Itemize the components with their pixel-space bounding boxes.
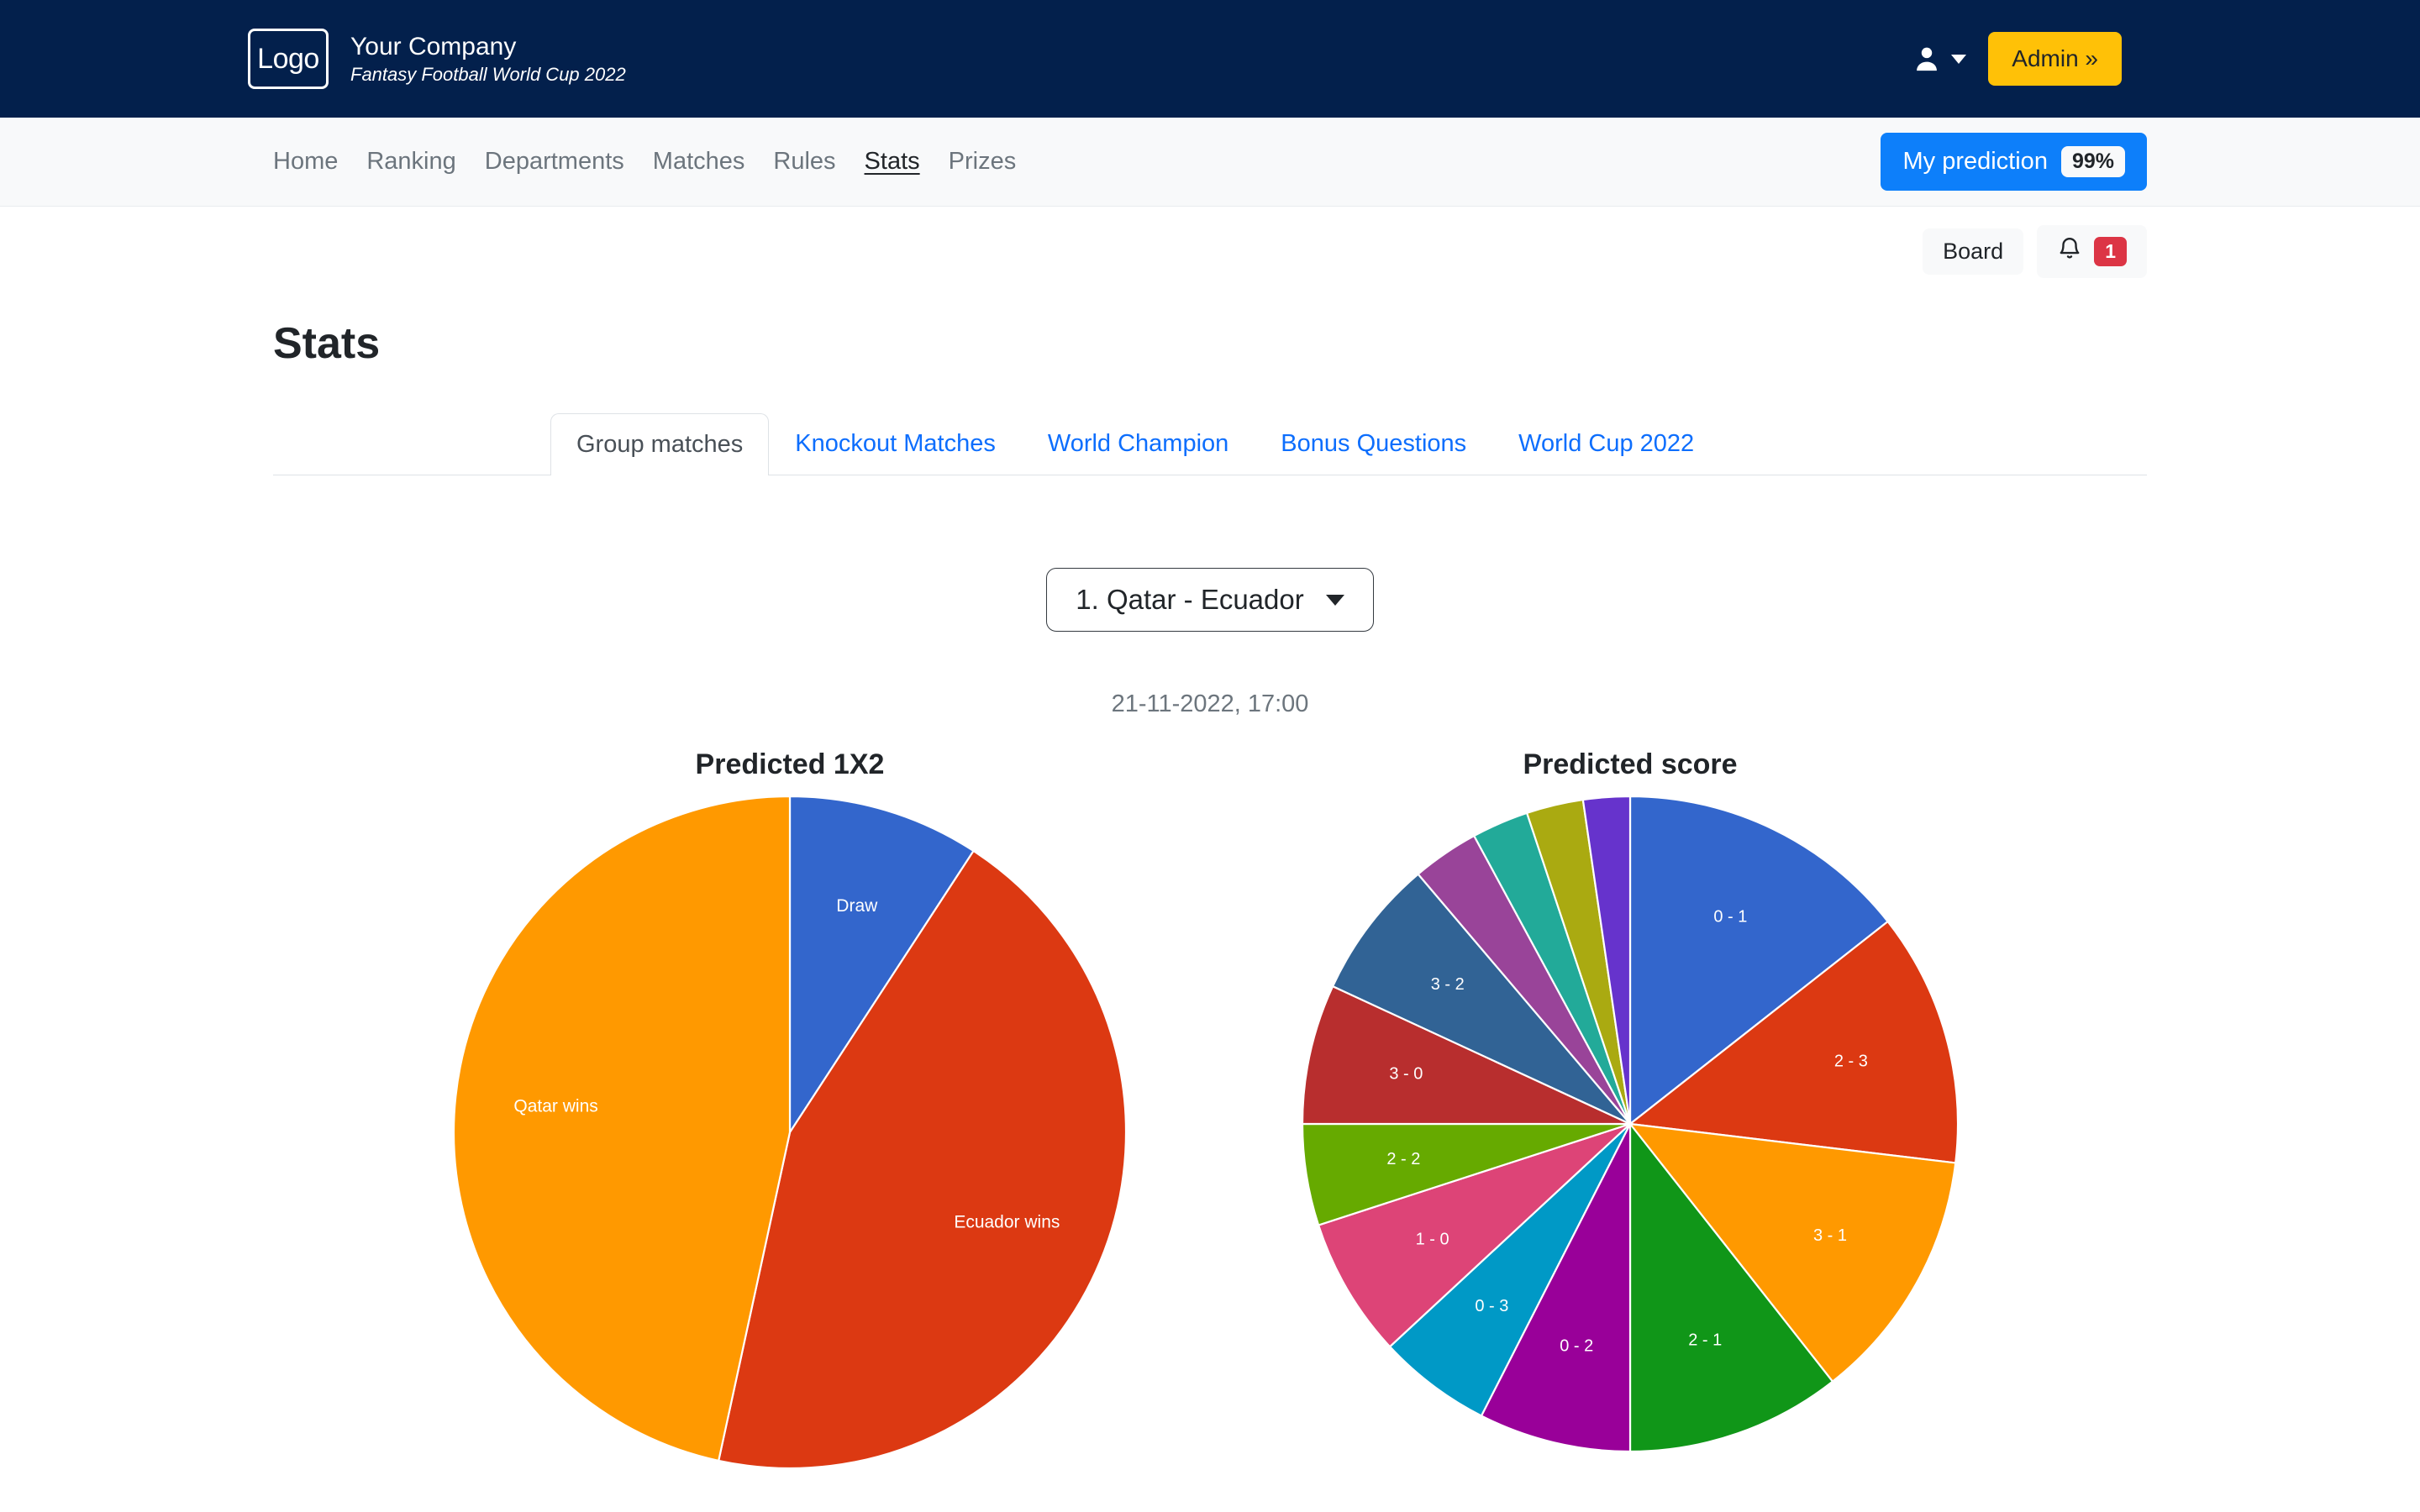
charts-row: Predicted 1X2 Draw Ecuador wins Qatar wins… [273,748,2147,1475]
pie-slice-label: 3 - 1 [1813,1226,1847,1245]
nav-item-rules[interactable]: Rules [773,148,835,176]
chart-title: Predicted score [1523,748,1738,780]
utility-bar: Board 1 [273,207,2147,278]
pie-svg: Draw Ecuador wins Qatar wins [452,795,1128,1470]
nav-item-prizes[interactable]: Prizes [949,148,1017,176]
brand-header: Logo Your Company Fantasy Football World… [0,0,2420,118]
tab-world-cup-2022[interactable]: World Cup 2022 [1492,412,1720,475]
admin-button[interactable]: Admin » [1988,32,2122,86]
tab-group-matches[interactable]: Group matches [550,413,770,475]
pie-slice[interactable] [452,795,792,1462]
my-prediction-label: My prediction [1902,148,2048,175]
pie-slice-label: Qatar wins [513,1097,597,1116]
nav-item-ranking[interactable]: Ranking [366,148,455,176]
company-tagline: Fantasy Football World Cup 2022 [350,63,626,85]
company-name: Your Company [350,33,517,61]
pie-slice-label: 3 - 2 [1431,975,1465,994]
pie-svg: 0 - 1 2 - 3 3 - 1 2 - 1 0 - 2 0 - 3 1 - 0 2 - 2… [1301,795,1960,1453]
pie-slice-label: 0 - 1 [1713,908,1747,927]
my-prediction-button[interactable]: My prediction 99% [1881,133,2147,191]
page-title: Stats [273,319,381,368]
pie-slice-label: Draw [836,896,878,916]
main-navigation: Home Ranking Departments Matches Rules S… [0,118,2420,207]
chart-predicted-score: Predicted score 0 - 12 - 33 - 12 - 10 - … [1277,748,1983,1475]
chevron-down-icon [1325,594,1344,606]
nav-links: Home Ranking Departments Matches Rules S… [273,148,1016,176]
pie-slice-label: 0 - 3 [1475,1297,1508,1315]
tab-world-champion[interactable]: World Champion [1022,412,1255,475]
page-content: Stats Group matches Knockout Matches Wor… [273,318,2147,1475]
match-selector-wrap: 1. Qatar - Ecuador [273,568,2147,632]
chart-predicted-1x2: Predicted 1X2 Draw Ecuador wins Qatar wins [437,748,1143,1475]
tab-bonus-questions[interactable]: Bonus Questions [1255,412,1492,475]
logo[interactable]: Logo [248,29,329,89]
chevron-down-icon [1951,54,1967,64]
notification-count: 1 [2094,237,2127,266]
nav-item-matches[interactable]: Matches [653,148,745,176]
pie-slice-label: 2 - 2 [1386,1150,1420,1168]
notifications-button[interactable]: 1 [2037,225,2147,278]
pie-slice-label: 1 - 0 [1416,1231,1449,1249]
my-prediction-percent: 99% [2060,146,2125,177]
chart-title: Predicted 1X2 [695,748,885,780]
match-select-value: 1. Qatar - Ecuador [1076,584,1304,615]
pie-slice-label: 0 - 2 [1560,1337,1593,1356]
match-select[interactable]: 1. Qatar - Ecuador [1046,568,1374,632]
user-icon [1912,44,1941,74]
user-menu[interactable] [1912,44,1967,74]
pie-chart-score[interactable]: 0 - 1 2 - 3 3 - 1 2 - 1 0 - 2 0 - 3 1 - 0 2 - 2… [1277,790,1983,1458]
pie-chart-1x2[interactable]: Draw Ecuador wins Qatar wins [437,790,1143,1475]
nav-item-home[interactable]: Home [273,148,338,176]
tab-knockout-matches[interactable]: Knockout Matches [769,412,1022,475]
pie-slice-label: 2 - 3 [1834,1053,1868,1071]
nav-item-stats[interactable]: Stats [865,148,920,176]
bell-icon [2057,235,2082,268]
match-datetime: 21-11-2022, 17:00 [1111,690,1309,717]
pie-slice-label: 3 - 0 [1389,1065,1423,1084]
pie-slice-label: Ecuador wins [954,1213,1060,1232]
stats-tabs: Group matches Knockout Matches World Cha… [273,412,2147,475]
board-button[interactable]: Board [1923,228,2024,275]
nav-item-departments[interactable]: Departments [485,148,624,176]
pie-slice-label: 2 - 1 [1688,1331,1722,1349]
